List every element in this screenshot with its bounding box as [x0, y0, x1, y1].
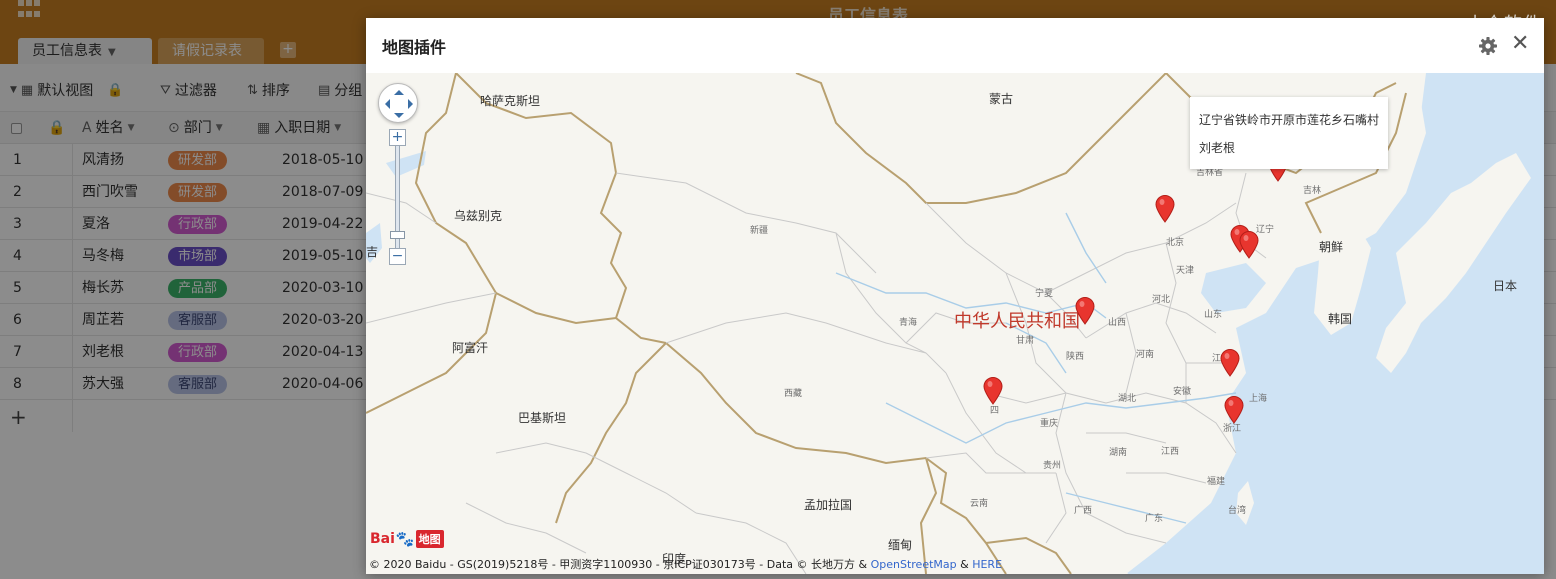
map-label: 缅甸 — [888, 538, 913, 552]
province-label: 广西 — [1074, 506, 1093, 516]
map-plugin-dialog: 地图插件 ✕ 哈萨克斯坦 蒙古 乌兹别克 吉 阿富汗 巴基斯坦 中华人民共和国 … — [366, 18, 1544, 574]
dialog-title: 地图插件 — [382, 38, 447, 57]
dialog-header: 地图插件 ✕ — [366, 18, 1544, 73]
logo-text: Bai — [370, 531, 395, 547]
zoom-out-button[interactable]: − — [389, 248, 406, 265]
map-label-china: 中华人民共和国 — [954, 311, 1080, 332]
map-label: 孟加拉国 — [804, 498, 853, 512]
province-label: 北京 — [1166, 238, 1185, 248]
province-label: 宁夏 — [1035, 289, 1054, 299]
baidu-map-logo: Bai 🐾 地图 — [370, 527, 444, 551]
app-root: 员工信息表 员工信息表 ▼ 请假记录表 + ▼ ▦ 默认视图 🔒 ⛛ 过滤器 ⇅ … — [0, 0, 1556, 579]
location-marker-icon[interactable] — [1224, 396, 1244, 424]
province-label: 湖北 — [1118, 394, 1137, 404]
province-label: 贵州 — [1043, 461, 1062, 471]
province-label: 青海 — [899, 318, 918, 328]
location-marker-icon[interactable] — [1075, 297, 1095, 325]
map-label: 哈萨克斯坦 — [480, 94, 541, 108]
map-label: 乌兹别克 — [454, 209, 503, 223]
province-label: 台湾 — [1228, 506, 1247, 516]
location-marker-icon[interactable] — [1220, 349, 1240, 377]
map-label: 日本 — [1493, 279, 1518, 293]
province-label: 江西 — [1161, 447, 1180, 457]
paw-icon: 🐾 — [395, 530, 415, 548]
province-label: 山东 — [1204, 310, 1223, 320]
location-marker-icon[interactable] — [1239, 231, 1259, 259]
province-label: 西藏 — [784, 389, 803, 399]
pan-control[interactable] — [378, 83, 418, 123]
province-label: 新疆 — [750, 226, 769, 236]
province-label: 吉林 — [1303, 186, 1322, 196]
map-label: 阿富汗 — [452, 341, 489, 355]
copyright-text: © 2020 Baidu - GS(2019)5218号 - 甲测资字11009… — [369, 558, 871, 571]
info-address: 辽宁省铁岭市开原市莲花乡石嘴村 — [1199, 113, 1380, 127]
map-copyright: © 2020 Baidu - GS(2019)5218号 - 甲测资字11009… — [369, 556, 1002, 572]
info-name: 刘老根 — [1199, 141, 1236, 155]
province-label: 天津 — [1176, 266, 1195, 276]
zoom-in-button[interactable]: + — [389, 129, 406, 146]
province-label: 安徽 — [1173, 387, 1192, 397]
province-label: 河北 — [1152, 295, 1171, 305]
marker-info-window: 辽宁省铁岭市开原市莲花乡石嘴村 刘老根 — [1190, 97, 1388, 169]
copyright-amp: & — [956, 558, 973, 571]
map-label: 巴基斯坦 — [518, 411, 567, 425]
here-link[interactable]: HERE — [972, 558, 1002, 571]
province-label: 上海 — [1249, 394, 1268, 404]
map-label: 朝鲜 — [1319, 240, 1344, 254]
province-label: 甘肃 — [1016, 336, 1035, 346]
map-canvas[interactable]: 哈萨克斯坦 蒙古 乌兹别克 吉 阿富汗 巴基斯坦 中华人民共和国 朝鲜 韩国 日… — [366, 73, 1544, 574]
close-icon[interactable]: ✕ — [1511, 31, 1529, 57]
province-borders — [366, 172, 1267, 574]
province-label: 山西 — [1108, 318, 1127, 328]
province-label: 云南 — [970, 499, 989, 509]
bohai-sea — [1201, 263, 1266, 313]
map-label: 吉 — [366, 245, 379, 259]
province-label: 陕西 — [1066, 352, 1085, 362]
map-label: 蒙古 — [989, 92, 1014, 106]
rivers — [835, 212, 1237, 524]
location-marker-icon[interactable] — [983, 377, 1003, 405]
zoom-slider-handle[interactable] — [390, 231, 405, 239]
openstreetmap-link[interactable]: OpenStreetMap — [871, 558, 957, 571]
location-marker-icon[interactable] — [1155, 195, 1175, 223]
map-label: 韩国 — [1328, 312, 1353, 326]
province-label: 广东 — [1145, 514, 1164, 524]
gear-icon[interactable] — [1477, 35, 1499, 57]
province-label: 福建 — [1207, 477, 1226, 487]
hainan-land — [1096, 561, 1128, 574]
province-label: 河南 — [1136, 350, 1155, 360]
logo-map-badge: 地图 — [415, 530, 444, 548]
province-label: 重庆 — [1040, 419, 1059, 429]
province-label: 湖南 — [1109, 448, 1128, 458]
